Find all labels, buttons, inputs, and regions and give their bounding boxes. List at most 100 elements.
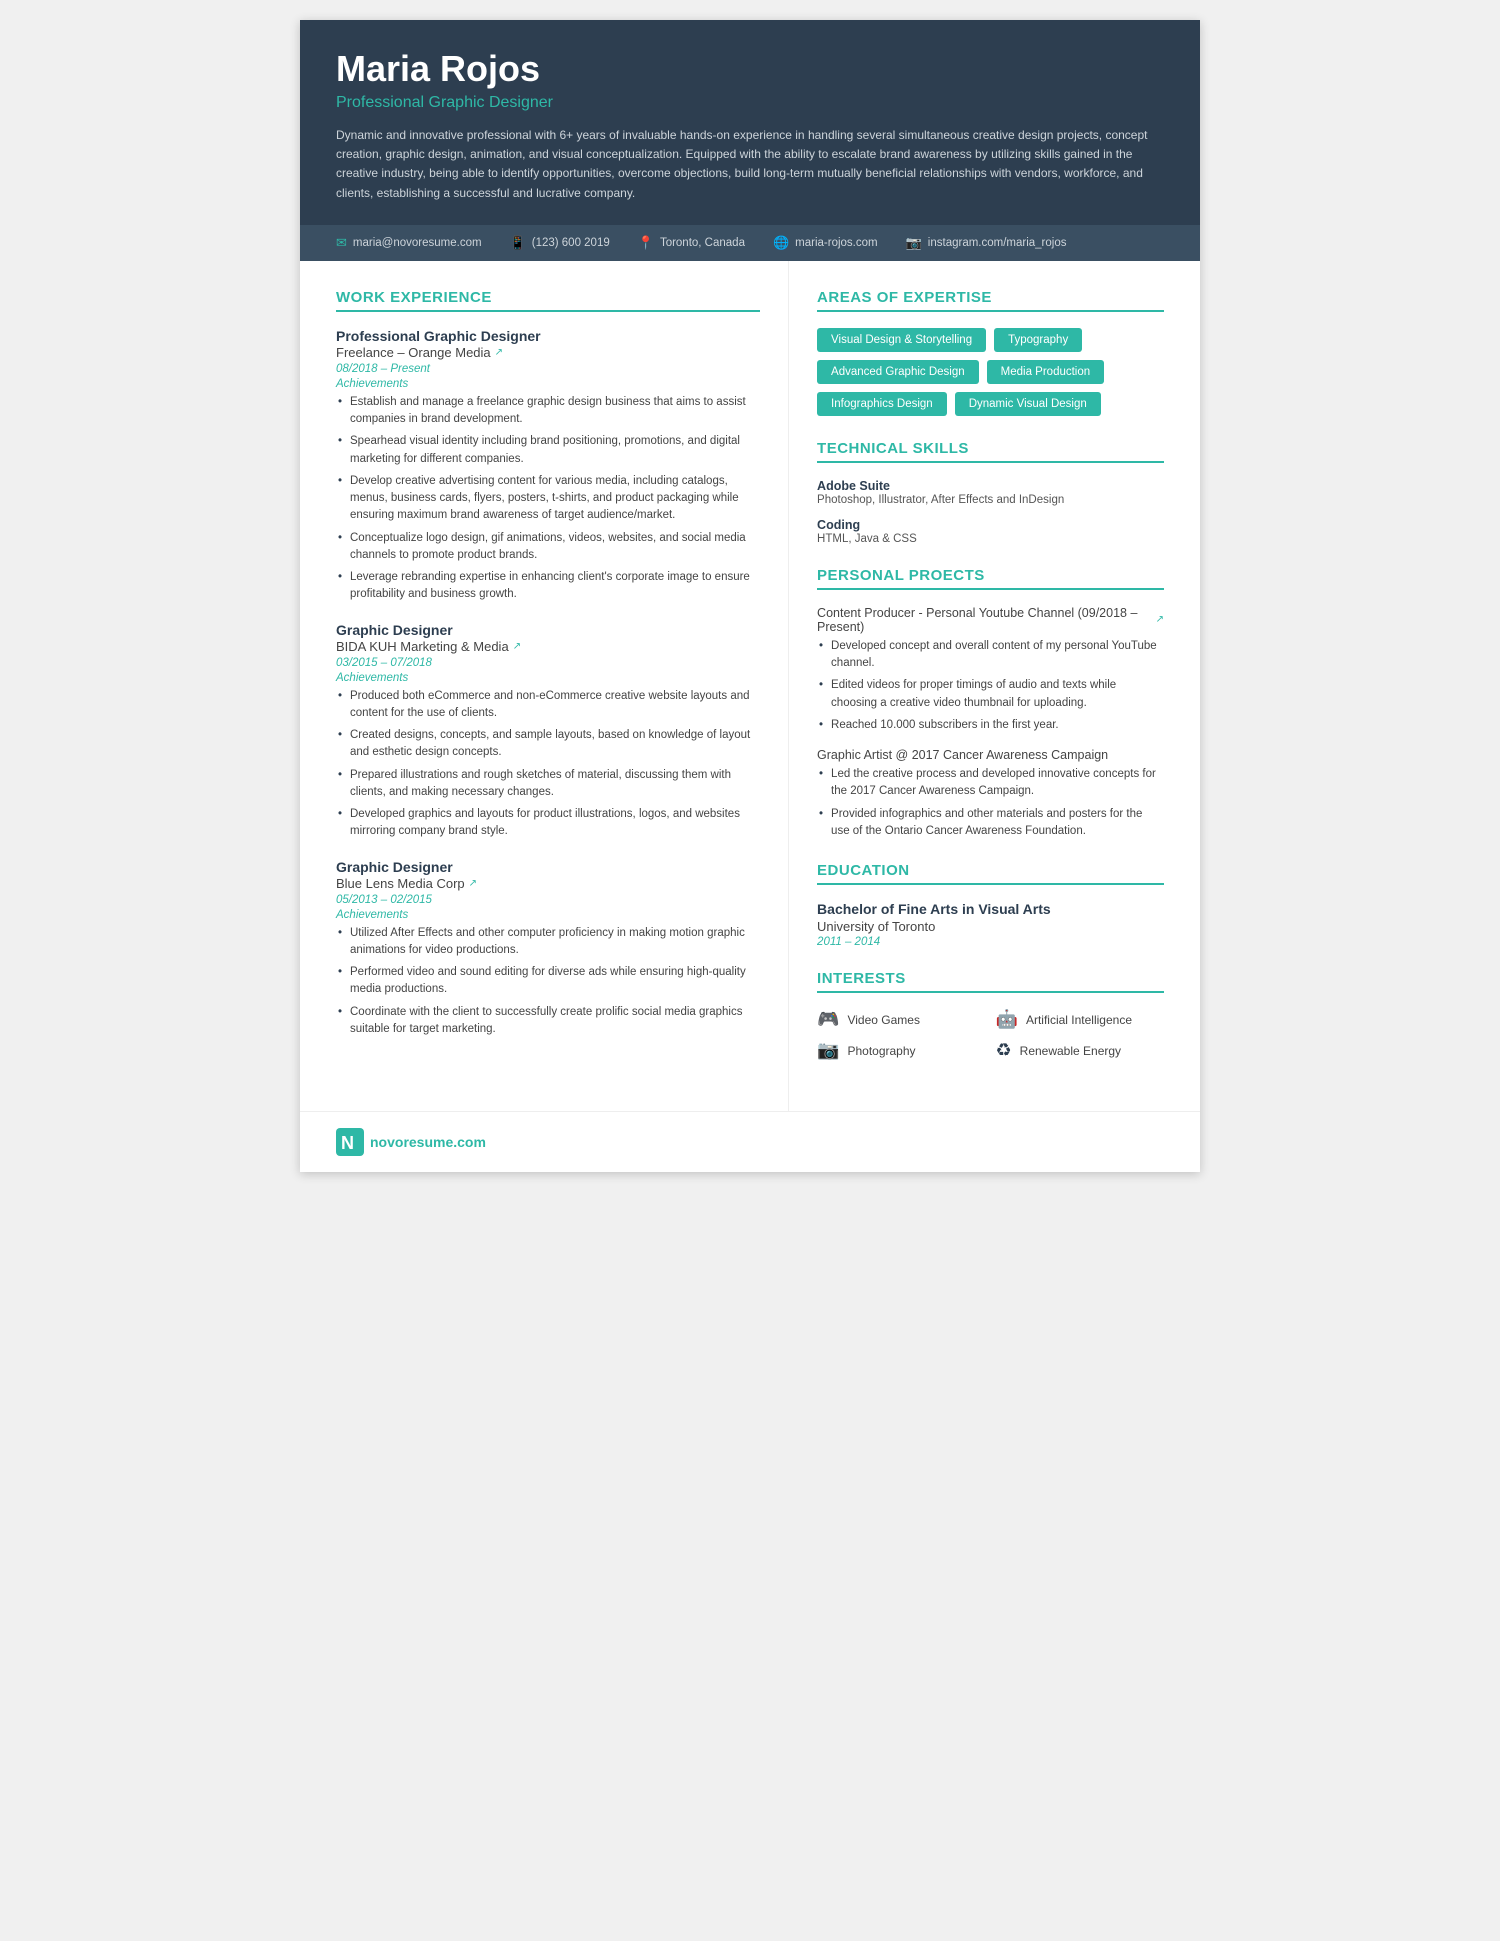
header-section: Maria Rojos Professional Graphic Designe… — [300, 20, 1200, 225]
interests-title: INTERESTS — [817, 970, 1164, 993]
candidate-name: Maria Rojos — [336, 48, 1164, 90]
interest-photography-label: Photography — [847, 1044, 915, 1058]
contact-instagram: 📷 instagram.com/maria_rojos — [906, 235, 1067, 251]
list-item: Utilized After Effects and other compute… — [336, 925, 760, 960]
job-3-company: Blue Lens Media Corp ↗ — [336, 876, 760, 891]
list-item: Led the creative process and developed i… — [817, 766, 1164, 801]
list-item: Provided infographics and other material… — [817, 806, 1164, 841]
list-item: Leverage rebranding expertise in enhanci… — [336, 569, 760, 604]
renewable-energy-icon: ♻ — [996, 1040, 1012, 1061]
expertise-section: AREAS OF EXPERTISE Visual Design & Story… — [817, 289, 1164, 416]
contact-phone: 📱 (123) 600 2019 — [510, 235, 610, 251]
list-item: Edited videos for proper timings of audi… — [817, 677, 1164, 712]
project-1-ext-icon[interactable]: ↗ — [1156, 614, 1164, 625]
video-games-icon: 🎮 — [817, 1009, 839, 1030]
job-3-title: Graphic Designer — [336, 859, 760, 875]
job-2-dates: 03/2015 – 07/2018 — [336, 657, 760, 669]
location-icon: 📍 — [638, 235, 654, 251]
interest-video-games-label: Video Games — [847, 1013, 920, 1027]
skill-adobe-detail: Photoshop, Illustrator, After Effects an… — [817, 494, 1164, 506]
website-icon: 🌐 — [773, 235, 789, 251]
list-item: Developed concept and overall content of… — [817, 638, 1164, 673]
job-2-achievements: Produced both eCommerce and non-eCommerc… — [336, 688, 760, 841]
svg-text:N: N — [341, 1133, 354, 1153]
main-content: WORK EXPERIENCE Professional Graphic Des… — [300, 261, 1200, 1111]
candidate-title: Professional Graphic Designer — [336, 94, 1164, 112]
list-item: Performed video and sound editing for di… — [336, 964, 760, 999]
project-2-title: Graphic Artist @ 2017 Cancer Awareness C… — [817, 748, 1164, 762]
contact-bar: ✉ maria@novoresume.com 📱 (123) 600 2019 … — [300, 225, 1200, 261]
tag-advanced-graphic: Advanced Graphic Design — [817, 360, 979, 384]
technical-skills-section: TECHNICAL SKILLS Adobe Suite Photoshop, … — [817, 440, 1164, 545]
job-1-achievements-label: Achievements — [336, 378, 760, 390]
candidate-summary: Dynamic and innovative professional with… — [336, 126, 1164, 203]
job-2-title: Graphic Designer — [336, 622, 760, 638]
contact-website: 🌐 maria-rojos.com — [773, 235, 878, 251]
email-icon: ✉ — [336, 235, 347, 251]
job-3-achievements-label: Achievements — [336, 909, 760, 921]
job-1-ext-link-icon[interactable]: ↗ — [495, 347, 503, 358]
job-1-company: Freelance – Orange Media ↗ — [336, 345, 760, 360]
skill-coding-detail: HTML, Java & CSS — [817, 533, 1164, 545]
project-1-title: Content Producer - Personal Youtube Chan… — [817, 606, 1164, 634]
list-item: Conceptualize logo design, gif animation… — [336, 530, 760, 565]
list-item: Developed graphics and layouts for produ… — [336, 806, 760, 841]
brand-name: novoresume.com — [370, 1134, 486, 1150]
personal-projects-title: PERSONAL PROECTS — [817, 567, 1164, 590]
edu-school: University of Toronto — [817, 919, 1164, 934]
job-1-dates: 08/2018 – Present — [336, 363, 760, 375]
skill-coding-name: Coding — [817, 518, 1164, 532]
instagram-icon: 📷 — [906, 235, 922, 251]
job-2-achievements-label: Achievements — [336, 672, 760, 684]
interest-photography: 📷 Photography — [817, 1040, 985, 1061]
personal-projects-section: PERSONAL PROECTS Content Producer - Pers… — [817, 567, 1164, 840]
interests-section: INTERESTS 🎮 Video Games 🤖 Artificial Int… — [817, 970, 1164, 1061]
interest-renewable-energy: ♻ Renewable Energy — [996, 1040, 1164, 1061]
contact-location: 📍 Toronto, Canada — [638, 235, 745, 251]
job-3-dates: 05/2013 – 02/2015 — [336, 894, 760, 906]
job-2-ext-link-icon[interactable]: ↗ — [513, 641, 521, 652]
job-3-achievements: Utilized After Effects and other compute… — [336, 925, 760, 1039]
job-1-achievements: Establish and manage a freelance graphic… — [336, 394, 760, 604]
tag-dynamic-visual: Dynamic Visual Design — [955, 392, 1101, 416]
list-item: Created designs, concepts, and sample la… — [336, 727, 760, 762]
right-column: AREAS OF EXPERTISE Visual Design & Story… — [789, 261, 1200, 1111]
tag-typography: Typography — [994, 328, 1082, 352]
job-1: Professional Graphic Designer Freelance … — [336, 328, 760, 604]
skill-adobe-name: Adobe Suite — [817, 479, 1164, 493]
project-1-list: Developed concept and overall content of… — [817, 638, 1164, 734]
expertise-title: AREAS OF EXPERTISE — [817, 289, 1164, 312]
skill-coding: Coding HTML, Java & CSS — [817, 518, 1164, 545]
left-column: WORK EXPERIENCE Professional Graphic Des… — [300, 261, 789, 1111]
interest-ai-label: Artificial Intelligence — [1026, 1013, 1132, 1027]
project-2-list: Led the creative process and developed i… — [817, 766, 1164, 840]
job-3-ext-link-icon[interactable]: ↗ — [469, 878, 477, 889]
edu-dates: 2011 – 2014 — [817, 936, 1164, 948]
job-2-company: BIDA KUH Marketing & Media ↗ — [336, 639, 760, 654]
interest-video-games: 🎮 Video Games — [817, 1009, 985, 1030]
job-3: Graphic Designer Blue Lens Media Corp ↗ … — [336, 859, 760, 1039]
footer: N novoresume.com — [300, 1111, 1200, 1172]
technical-skills-title: TECHNICAL SKILLS — [817, 440, 1164, 463]
list-item: Coordinate with the client to successful… — [336, 1004, 760, 1039]
brand-logo: N novoresume.com — [336, 1128, 486, 1156]
contact-email: ✉ maria@novoresume.com — [336, 235, 482, 251]
education-title: EDUCATION — [817, 862, 1164, 885]
list-item: Establish and manage a freelance graphic… — [336, 394, 760, 429]
tag-visual-design: Visual Design & Storytelling — [817, 328, 986, 352]
list-item: Prepared illustrations and rough sketche… — [336, 767, 760, 802]
list-item: Develop creative advertising content for… — [336, 473, 760, 525]
resume-container: Maria Rojos Professional Graphic Designe… — [300, 20, 1200, 1172]
job-2: Graphic Designer BIDA KUH Marketing & Me… — [336, 622, 760, 841]
list-item: Produced both eCommerce and non-eCommerc… — [336, 688, 760, 723]
tag-infographics: Infographics Design — [817, 392, 947, 416]
list-item: Spearhead visual identity including bran… — [336, 433, 760, 468]
list-item: Reached 10.000 subscribers in the first … — [817, 717, 1164, 734]
ai-icon: 🤖 — [996, 1009, 1018, 1030]
interest-renewable-energy-label: Renewable Energy — [1020, 1044, 1121, 1058]
education-section: EDUCATION Bachelor of Fine Arts in Visua… — [817, 862, 1164, 948]
phone-icon: 📱 — [510, 235, 526, 251]
skill-adobe: Adobe Suite Photoshop, Illustrator, Afte… — [817, 479, 1164, 506]
tag-media-production: Media Production — [987, 360, 1105, 384]
work-experience-title: WORK EXPERIENCE — [336, 289, 760, 312]
